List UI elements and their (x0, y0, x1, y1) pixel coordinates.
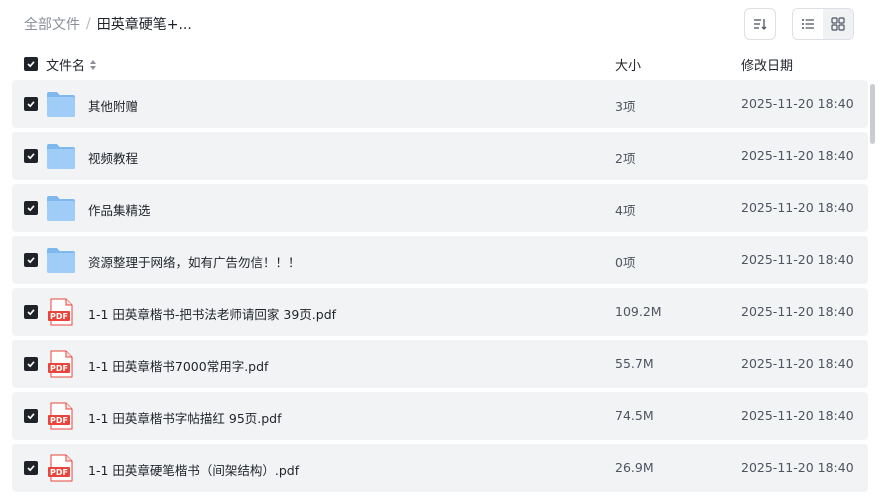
check-icon (27, 413, 35, 420)
folder-icon (46, 194, 76, 222)
file-name[interactable]: 其他附赠 (88, 96, 138, 115)
file-row[interactable]: 其他附赠 3项 2025-11-20 18:40 (12, 80, 868, 128)
file-row[interactable]: PDF 1-1 田英章楷书7000常用字.pdf 55.7M 2025-11-20 1… (12, 340, 868, 388)
check-icon (27, 361, 35, 368)
grid-view-icon (831, 17, 845, 31)
sort-icon (754, 19, 767, 30)
pdf-file-icon: PDF (46, 454, 76, 482)
row-checkbox[interactable] (24, 201, 38, 215)
file-size: 74.5M (615, 408, 654, 423)
pdf-file-icon: PDF (46, 298, 76, 326)
column-header-name-label: 文件名 (46, 59, 86, 74)
column-header-name[interactable]: 文件名 (46, 55, 97, 74)
grid-view-button[interactable] (823, 9, 853, 39)
top-bar: 全部文件 / 田英章硬笔+... (0, 0, 878, 48)
select-all-checkbox[interactable] (24, 57, 38, 71)
check-icon (27, 205, 35, 212)
pdf-label: PDF (50, 416, 68, 425)
file-row[interactable]: PDF 1-1 田英章硬笔楷书（间架结构）.pdf 26.9M 2025-11-20 … (12, 444, 868, 492)
file-browser: 全部文件 / 田英章硬笔+... 文件名 大小 修改日期 其他附赠 3项 202… (0, 0, 878, 495)
file-size: 109.2M (615, 304, 662, 319)
file-size: 3项 (615, 99, 636, 114)
row-checkbox[interactable] (24, 149, 38, 163)
row-checkbox[interactable] (24, 357, 38, 371)
file-name[interactable]: 视频教程 (88, 148, 138, 167)
file-date: 2025-11-20 18:40 (741, 304, 854, 319)
row-checkbox[interactable] (24, 97, 38, 111)
column-header-date: 修改日期 (741, 59, 794, 74)
row-checkbox[interactable] (24, 461, 38, 475)
file-date: 2025-11-20 18:40 (741, 96, 854, 111)
file-date: 2025-11-20 18:40 (741, 460, 854, 475)
file-row[interactable]: 视频教程 2项 2025-11-20 18:40 (12, 132, 868, 180)
file-list: 其他附赠 3项 2025-11-20 18:40 视频教程 2项 2025-11-20 1… (12, 80, 868, 495)
folder-icon (46, 142, 76, 170)
file-name[interactable]: 1-1 田英章楷书7000常用字.pdf (88, 356, 268, 375)
file-name[interactable]: 作品集精选 (88, 200, 151, 219)
breadcrumb: 全部文件 / 田英章硬笔+... (24, 14, 192, 34)
file-size: 55.7M (615, 356, 654, 371)
pdf-label: PDF (50, 364, 68, 373)
file-row[interactable]: 作品集精选 4项 2025-11-20 18:40 (12, 184, 868, 232)
check-icon (27, 101, 35, 108)
pdf-file-icon: PDF (46, 402, 76, 430)
file-date: 2025-11-20 18:40 (741, 200, 854, 215)
check-icon (27, 257, 35, 264)
folder-icon (46, 90, 76, 118)
row-checkbox[interactable] (24, 253, 38, 267)
file-row[interactable]: 资源整理于网络，如有广告勿信！！！ 0项 2025-11-20 18:40 (12, 236, 868, 284)
scrollbar[interactable] (870, 84, 875, 144)
file-list-header: 文件名 大小 修改日期 (0, 48, 878, 80)
row-checkbox[interactable] (24, 305, 38, 319)
file-date: 2025-11-20 18:40 (741, 148, 854, 163)
sort-toggle-icon (90, 59, 97, 70)
breadcrumb-current: 田英章硬笔+... (96, 17, 192, 33)
check-icon (27, 465, 35, 472)
column-header-size: 大小 (615, 59, 642, 74)
file-date: 2025-11-20 18:40 (741, 356, 854, 371)
sort-button[interactable] (744, 8, 776, 40)
file-size: 26.9M (615, 460, 654, 475)
check-icon (27, 61, 35, 68)
breadcrumb-root-link[interactable]: 全部文件 (24, 14, 80, 34)
file-name[interactable]: 1-1 田英章硬笔楷书（间架结构）.pdf (88, 460, 299, 479)
pdf-file-icon: PDF (46, 350, 76, 378)
check-icon (27, 309, 35, 316)
file-size: 2项 (615, 151, 636, 166)
file-name[interactable]: 资源整理于网络，如有广告勿信！！！ (88, 252, 301, 271)
file-size: 0项 (615, 255, 636, 270)
list-view-icon (802, 19, 814, 29)
file-row[interactable]: PDF 1-1 田英章楷书字帖描红 95页.pdf 74.5M 2025-11-20 … (12, 392, 868, 440)
pdf-label: PDF (50, 468, 68, 477)
file-date: 2025-11-20 18:40 (741, 408, 854, 423)
file-size: 4项 (615, 203, 636, 218)
file-name[interactable]: 1-1 田英章楷书-把书法老师请回家 39页.pdf (88, 304, 336, 323)
list-view-button[interactable] (793, 9, 823, 39)
breadcrumb-separator: / (86, 16, 91, 32)
file-row[interactable]: PDF 1-1 田英章楷书-把书法老师请回家 39页.pdf 109.2M 2025-… (12, 288, 868, 336)
pdf-label: PDF (50, 312, 68, 321)
view-switch (792, 8, 854, 40)
file-date: 2025-11-20 18:40 (741, 252, 854, 267)
row-checkbox[interactable] (24, 409, 38, 423)
folder-icon (46, 246, 76, 274)
check-icon (27, 153, 35, 160)
file-name[interactable]: 1-1 田英章楷书字帖描红 95页.pdf (88, 408, 282, 427)
